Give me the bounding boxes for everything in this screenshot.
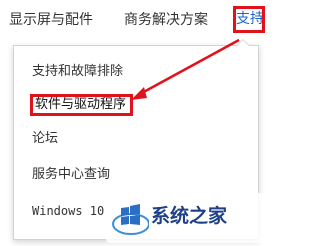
menu-item-troubleshooting[interactable]: 支持和故障排除 — [32, 63, 123, 81]
watermark-text: 系统之家 — [151, 205, 228, 227]
menu-item-forum[interactable]: 论坛 — [32, 130, 58, 148]
nav-item-support[interactable]: 支持 — [233, 6, 265, 33]
nav-item-displays-accessories[interactable]: 显示屏与配件 — [9, 10, 93, 30]
windows-logo-icon — [112, 204, 149, 235]
nav-item-business-solutions[interactable]: 商务解决方案 — [124, 10, 208, 30]
menu-item-service-center[interactable]: 服务中心查询 — [32, 166, 110, 184]
top-nav-bar: 显示屏与配件 商务解决方案 支持 — [0, 0, 269, 40]
dropdown-caret-inner — [237, 40, 249, 46]
menu-item-windows-10[interactable]: Windows 10 — [32, 202, 104, 220]
menu-item-software-drivers[interactable]: 软件与驱动程序 — [30, 94, 134, 116]
